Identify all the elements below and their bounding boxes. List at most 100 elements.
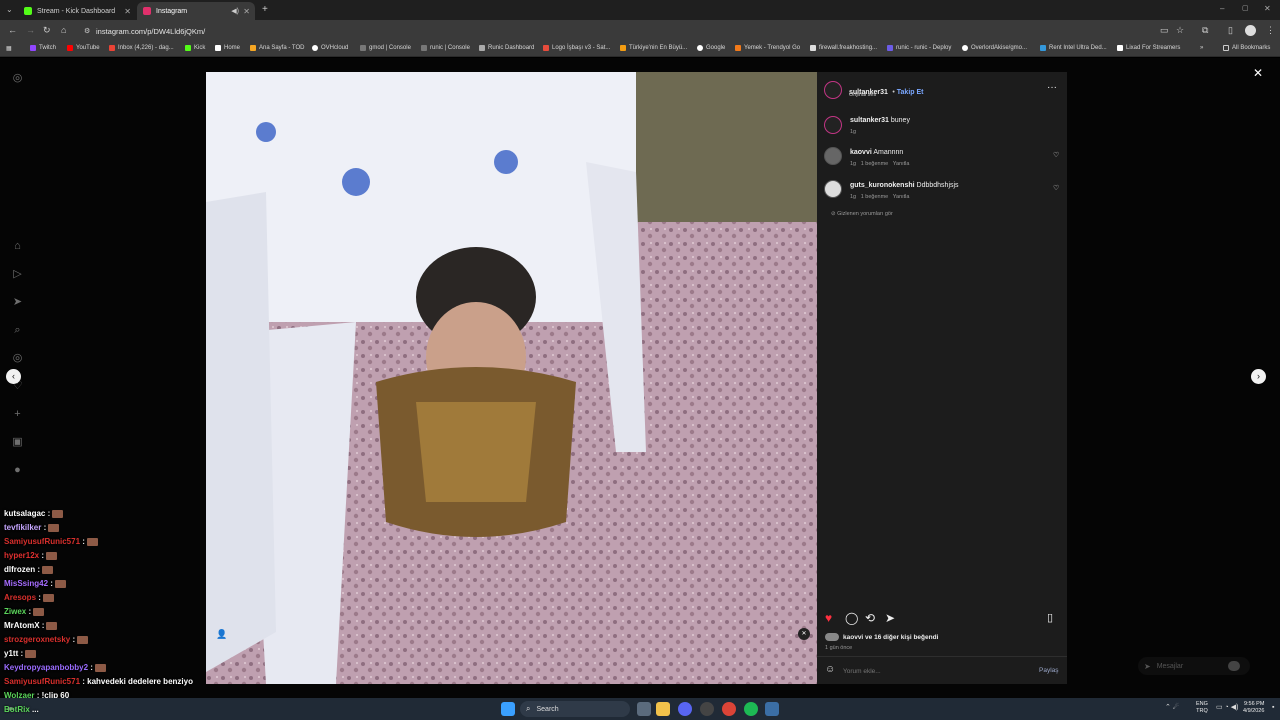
home-nav-icon[interactable]: ⌂ xyxy=(11,240,24,253)
extensions-icon[interactable]: ⧉ xyxy=(1202,25,1208,36)
home-icon[interactable]: ⌂ xyxy=(61,25,66,35)
maximize-icon[interactable]: ▢ xyxy=(1242,4,1249,12)
stream-app-icon[interactable] xyxy=(765,702,779,716)
file-explorer-icon[interactable] xyxy=(656,702,670,716)
caption-username[interactable]: sultanker31 xyxy=(850,117,889,124)
comment-likes[interactable]: 1 beğenme xyxy=(861,161,889,167)
bookmark-kick[interactable]: Kick xyxy=(185,45,205,51)
create-nav-icon[interactable]: + xyxy=(11,408,24,421)
bookmark-ana-sayfa[interactable]: Ana Sayfa - TOD xyxy=(250,45,304,51)
bookmark-yemek[interactable]: Yemek - Trendyol Go xyxy=(735,45,800,51)
bookmark-firewall[interactable]: firewall.freakhosting... xyxy=(810,45,877,51)
bookmark-rent-intel[interactable]: Rent Intel Ultra Ded... xyxy=(1040,45,1107,51)
notification-icon[interactable]: ▪ xyxy=(1272,704,1274,711)
install-app-icon[interactable]: ▭ xyxy=(1160,25,1169,36)
more-options-icon[interactable]: ··· xyxy=(1047,82,1057,93)
save-bookmark-icon[interactable]: ▯ xyxy=(1047,611,1053,624)
repost-icon[interactable]: ⟲ xyxy=(865,611,875,625)
discord-icon[interactable] xyxy=(678,702,692,716)
menu-dots-icon[interactable]: ⋮ xyxy=(1266,25,1275,36)
bookmark-ovhcloud[interactable]: OVHcloud xyxy=(312,45,348,51)
bookmark-turkiye[interactable]: Türkiye'nin En Büyü... xyxy=(620,45,687,51)
clock-time[interactable]: 9:56 PM xyxy=(1243,701,1264,708)
bookmark-twitch[interactable]: Twitch xyxy=(30,45,56,51)
like-comment-icon[interactable]: ♡ xyxy=(1053,184,1059,192)
bookmark-runic-deploy[interactable]: runic - runic - Deploy xyxy=(887,45,951,51)
profile-avatar[interactable] xyxy=(1245,25,1256,36)
more-bookmarks-icon[interactable]: » xyxy=(1200,45,1203,51)
comment-input[interactable] xyxy=(843,664,1023,678)
reels-nav-icon[interactable]: ▷ xyxy=(11,268,24,281)
audio-label[interactable]: Orijinal ses xyxy=(849,92,876,98)
close-modal-icon[interactable]: ✕ xyxy=(1253,66,1263,80)
task-view-icon[interactable] xyxy=(637,702,651,716)
dashboard-nav-icon[interactable]: ▣ xyxy=(11,436,24,449)
clock-date[interactable]: 4/9/2026 xyxy=(1243,708,1264,715)
minimize-icon[interactable]: – xyxy=(1220,4,1224,13)
post-image[interactable]: 👤 ✕ xyxy=(206,72,818,684)
instagram-logo-icon[interactable]: ◎ xyxy=(11,72,24,85)
bookmark-runic-console[interactable]: runic | Console xyxy=(421,45,470,51)
comment-icon[interactable]: ◯ xyxy=(845,611,858,625)
comment-username[interactable]: guts_kuronokenshi xyxy=(850,182,915,189)
network-volume-icons[interactable]: ▭ ◔ ◀) xyxy=(1216,703,1238,711)
liked-by-text[interactable]: kaovvi ve 16 diğer kişi beğendi xyxy=(843,634,938,641)
tab-menu-icon[interactable]: ⌄ xyxy=(6,5,13,14)
url-field[interactable]: ⚙ instagram.com/p/DW4Lld6jQKm/ xyxy=(80,24,1140,39)
close-tab-icon[interactable]: ✕ xyxy=(243,7,250,16)
chrome-icon[interactable] xyxy=(722,702,736,716)
spotify-icon[interactable] xyxy=(744,702,758,716)
tray-icons[interactable]: ⌃ ☄ xyxy=(1165,703,1179,711)
caption-avatar[interactable] xyxy=(824,116,842,134)
share-icon[interactable]: ➤ xyxy=(885,611,895,625)
search-nav-icon[interactable]: ⌕ xyxy=(11,324,24,337)
bookmark-youtube[interactable]: YouTube xyxy=(67,45,100,51)
app-icon[interactable] xyxy=(700,702,714,716)
site-info-icon[interactable]: ⚙ xyxy=(84,24,90,39)
like-heart-icon[interactable]: ♥ xyxy=(825,611,832,625)
comment-avatar[interactable] xyxy=(824,180,842,198)
bookmark-google[interactable]: Google xyxy=(697,45,725,51)
keyboard-indicator[interactable]: TRQ xyxy=(1196,708,1208,715)
tab-instagram[interactable]: Instagram ◀) ✕ xyxy=(137,2,255,20)
bookmark-inbox[interactable]: Inbox (4,226) - dag... xyxy=(109,45,174,51)
comment-reply[interactable]: Yanıtla xyxy=(893,194,910,200)
bookmark-runic-dashboard[interactable]: Runic Dashboard xyxy=(479,45,534,51)
comment-avatar[interactable] xyxy=(824,147,842,165)
sidebar-icon[interactable]: ▯ xyxy=(1228,25,1233,36)
taskbar-search[interactable]: ⌕ Search xyxy=(520,701,630,717)
back-icon[interactable]: ← xyxy=(8,25,17,35)
new-tab-icon[interactable]: + xyxy=(262,4,268,15)
forward-icon[interactable]: → xyxy=(26,25,35,35)
comment-likes[interactable]: 1 beğenme xyxy=(861,194,889,200)
apps-icon[interactable]: ▦ xyxy=(6,45,12,52)
bookmark-star-icon[interactable]: ☆ xyxy=(1176,25,1184,36)
hidden-comments-link[interactable]: ⊘ Gizlenen yorumları gör xyxy=(831,211,893,217)
next-post-button[interactable]: › xyxy=(1251,369,1266,384)
emoji-icon[interactable]: ☺ xyxy=(825,664,835,675)
close-tab-icon[interactable]: ✕ xyxy=(124,7,131,16)
audio-icon[interactable]: ◀) xyxy=(231,7,239,15)
follow-button[interactable]: Takip Et xyxy=(897,89,924,96)
tag-people-icon[interactable]: 👤 xyxy=(216,629,227,640)
bookmark-gmod-console[interactable]: gmod | Console xyxy=(360,45,411,51)
comment-username[interactable]: kaovvi xyxy=(850,149,872,156)
bookmark-logo-isbasi[interactable]: Logo İşbaşı v3 - Sat... xyxy=(543,45,610,51)
start-menu-icon[interactable] xyxy=(501,702,515,716)
messages-nav-icon[interactable]: ➤ xyxy=(11,296,24,309)
comment-reply[interactable]: Yanıtla xyxy=(893,161,910,167)
close-window-icon[interactable]: ✕ xyxy=(1264,4,1271,13)
mute-icon[interactable]: ✕ xyxy=(798,628,810,640)
tab-kick[interactable]: Stream - Kick Dashboard ✕ xyxy=(18,2,136,20)
messages-button[interactable]: ➤ Mesajlar xyxy=(1138,657,1250,675)
share-comment-button[interactable]: Paylaş xyxy=(1039,667,1059,674)
previous-post-button[interactable]: ‹ xyxy=(6,369,21,384)
all-bookmarks[interactable]: All Bookmarks xyxy=(1223,45,1270,51)
bookmark-overlord[interactable]: OverlordAkise/gmo... xyxy=(962,45,1027,51)
bookmark-lixad[interactable]: Lixad For Streamers xyxy=(1117,45,1180,51)
author-avatar[interactable] xyxy=(824,81,842,99)
reload-icon[interactable]: ↻ xyxy=(43,25,51,36)
profile-nav-icon[interactable]: ● xyxy=(11,464,24,477)
explore-nav-icon[interactable]: ◎ xyxy=(11,352,24,365)
like-comment-icon[interactable]: ♡ xyxy=(1053,151,1059,159)
